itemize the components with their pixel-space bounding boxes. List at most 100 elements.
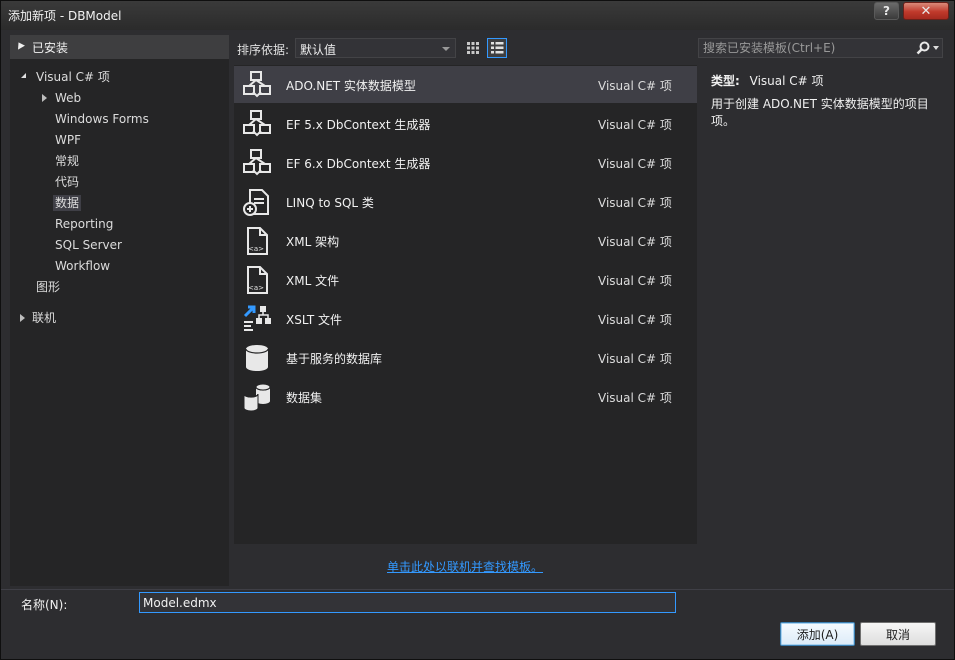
- entity-model-icon: [243, 110, 271, 137]
- help-button[interactable]: ?: [874, 2, 899, 20]
- tree-item-label: 数据: [53, 195, 82, 211]
- database-icon: [245, 345, 269, 371]
- template-name: XML 文件: [286, 274, 340, 288]
- tree-item-online[interactable]: 联机: [18, 308, 56, 329]
- template-item-ef6-dbcontext[interactable]: EF 6.x DbContext 生成器 Visual C# 项: [234, 144, 697, 181]
- tree-item-visual-csharp[interactable]: Visual C# 项: [18, 67, 110, 88]
- tree-item-label: 联机: [32, 311, 57, 325]
- svg-text:<a>: <a>: [248, 245, 264, 253]
- help-icon: ?: [883, 4, 890, 18]
- expanded-triangle-icon: [18, 73, 26, 78]
- xml-file-icon: <a>: [247, 227, 268, 255]
- tree-item-reporting[interactable]: Reporting: [55, 214, 113, 235]
- linq-icon: [243, 189, 269, 216]
- template-name: ADO.NET 实体数据模型: [286, 79, 416, 93]
- template-category: Visual C# 项: [598, 391, 672, 405]
- search-input[interactable]: [699, 39, 917, 57]
- collapse-triangle-icon: [15, 40, 25, 50]
- tree-item-windows-forms[interactable]: Windows Forms: [55, 109, 149, 130]
- sort-by-value: 默认值: [300, 43, 337, 57]
- small-icons-view-button[interactable]: [463, 38, 483, 58]
- template-category: Visual C# 项: [598, 118, 672, 132]
- tree-item-label: Windows Forms: [55, 112, 149, 126]
- tree-item-web[interactable]: Web: [42, 88, 81, 109]
- template-item-service-database[interactable]: 基于服务的数据库 Visual C# 项: [234, 339, 697, 376]
- svg-text:<a>: <a>: [248, 284, 264, 292]
- add-new-item-dialog: 添加新项 - DBModel ? ✕ 已安装 Visual C# 项 Web W…: [0, 0, 955, 660]
- template-name: EF 6.x DbContext 生成器: [286, 157, 431, 171]
- sort-by-dropdown[interactable]: 默认值: [295, 38, 456, 58]
- template-category: Visual C# 项: [598, 196, 672, 210]
- tree-item-code[interactable]: 代码: [55, 172, 79, 193]
- tree-item-label: WPF: [55, 133, 82, 147]
- tree-item-label: Web: [55, 91, 82, 105]
- template-category: Visual C# 项: [598, 157, 672, 171]
- template-name: XML 架构: [286, 235, 340, 249]
- template-details-panel: 类型: Visual C# 项 用于创建 ADO.NET 实体数据模型的项目项。: [703, 65, 943, 185]
- template-item-linq-to-sql[interactable]: LINQ to SQL 类 Visual C# 项: [234, 183, 697, 220]
- name-label: 名称(N):: [21, 598, 68, 612]
- xml-file-icon: <a>: [247, 266, 268, 294]
- tree-item-label: Reporting: [55, 217, 114, 231]
- search-options-dropdown-icon[interactable]: [933, 46, 939, 50]
- cancel-button[interactable]: 取消: [860, 622, 936, 646]
- template-category: Visual C# 项: [598, 274, 672, 288]
- template-item-xml-schema[interactable]: <a> XML 架构 Visual C# 项: [234, 222, 697, 259]
- template-name: 基于服务的数据库: [286, 352, 383, 366]
- name-input[interactable]: [139, 592, 676, 613]
- template-description: 用于创建 ADO.NET 实体数据模型的项目项。: [711, 97, 929, 128]
- template-name: XSLT 文件: [286, 313, 343, 327]
- tree-item-sql-server[interactable]: SQL Server: [55, 235, 122, 256]
- installed-label: 已安装: [32, 41, 69, 55]
- template-item-xml-file[interactable]: <a> XML 文件 Visual C# 项: [234, 261, 697, 298]
- search-icon[interactable]: [915, 40, 931, 56]
- add-button[interactable]: 添加(A): [780, 622, 855, 646]
- dataset-icon: [243, 383, 271, 412]
- template-item-ado-net-entity-model[interactable]: ADO.NET 实体数据模型 Visual C# 项: [234, 66, 697, 103]
- window-title: 添加新项 - DBModel: [8, 9, 122, 23]
- xslt-icon: [243, 305, 271, 331]
- type-label: 类型:: [711, 74, 740, 88]
- tree-item-label: Workflow: [55, 259, 111, 273]
- type-value: Visual C# 项: [749, 74, 824, 88]
- tree-item-label: 代码: [55, 175, 80, 189]
- template-type: 类型: Visual C# 项: [711, 72, 824, 89]
- tree-item-label: 图形: [36, 280, 61, 294]
- template-item-ef5-dbcontext[interactable]: EF 5.x DbContext 生成器 Visual C# 项: [234, 105, 697, 142]
- grid-view-icon: [467, 42, 479, 54]
- template-category: Visual C# 项: [598, 235, 672, 249]
- search-templates-box: [698, 38, 943, 58]
- tree-item-label: 常规: [55, 154, 80, 168]
- template-name: 数据集: [286, 391, 323, 405]
- template-category: Visual C# 项: [598, 352, 672, 366]
- template-category: Visual C# 项: [598, 313, 672, 327]
- title-bar: 添加新项 - DBModel ? ✕: [1, 1, 954, 30]
- template-name: LINQ to SQL 类: [286, 196, 374, 210]
- collapsed-triangle-icon: [42, 94, 47, 102]
- divider: [1, 589, 954, 590]
- find-online-templates-link[interactable]: 单击此处以联机并查找模板。: [387, 558, 543, 575]
- tree-item-graphics[interactable]: 图形: [36, 277, 60, 298]
- tree-item-workflow[interactable]: Workflow: [55, 256, 110, 277]
- template-name: EF 5.x DbContext 生成器: [286, 118, 431, 132]
- sort-by-label: 排序依据:: [237, 43, 290, 57]
- close-button[interactable]: ✕: [903, 2, 949, 20]
- chevron-down-icon: [442, 47, 450, 51]
- template-item-xslt-file[interactable]: XSLT 文件 Visual C# 项: [234, 300, 697, 337]
- template-list: ADO.NET 实体数据模型 Visual C# 项 EF 5.x DbCont…: [234, 65, 697, 544]
- tree-item-label: Visual C# 项: [36, 70, 110, 84]
- tree-item-general[interactable]: 常规: [55, 151, 79, 172]
- list-view-icon: [491, 42, 504, 54]
- entity-model-icon: [243, 149, 271, 176]
- template-category: Visual C# 项: [598, 79, 672, 93]
- collapsed-triangle-icon: [20, 314, 25, 322]
- installed-header[interactable]: 已安装: [10, 35, 229, 59]
- tree-item-wpf[interactable]: WPF: [55, 130, 81, 151]
- template-item-dataset[interactable]: 数据集 Visual C# 项: [234, 378, 697, 415]
- entity-model-icon: [243, 71, 271, 98]
- list-view-button[interactable]: [487, 38, 507, 58]
- tree-item-data[interactable]: 数据: [53, 193, 82, 214]
- close-icon: ✕: [920, 3, 932, 19]
- tree-item-label: SQL Server: [55, 238, 122, 252]
- category-tree-panel: 已安装 Visual C# 项 Web Windows Forms WPF 常规…: [10, 35, 229, 586]
